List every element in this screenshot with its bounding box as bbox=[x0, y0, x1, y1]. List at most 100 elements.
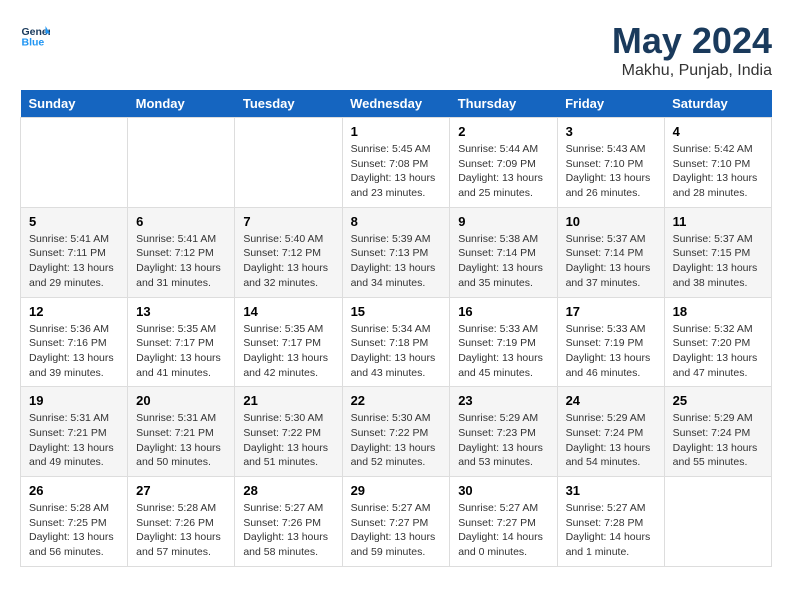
day-info: Sunrise: 5:42 AMSunset: 7:10 PMDaylight:… bbox=[673, 142, 763, 201]
logo-icon: General Blue bbox=[20, 20, 50, 50]
logo: General Blue bbox=[20, 20, 50, 50]
day-info: Sunrise: 5:32 AMSunset: 7:20 PMDaylight:… bbox=[673, 322, 763, 381]
day-info: Sunrise: 5:41 AMSunset: 7:12 PMDaylight:… bbox=[136, 232, 226, 291]
day-info: Sunrise: 5:28 AMSunset: 7:25 PMDaylight:… bbox=[29, 501, 119, 560]
day-info: Sunrise: 5:29 AMSunset: 7:24 PMDaylight:… bbox=[673, 411, 763, 470]
day-of-week-header: Friday bbox=[557, 90, 664, 118]
calendar-day-cell bbox=[235, 118, 342, 208]
day-number: 25 bbox=[673, 393, 763, 408]
day-info: Sunrise: 5:30 AMSunset: 7:22 PMDaylight:… bbox=[243, 411, 333, 470]
calendar-day-cell: 31 Sunrise: 5:27 AMSunset: 7:28 PMDayligh… bbox=[557, 477, 664, 567]
calendar-day-cell: 9 Sunrise: 5:38 AMSunset: 7:14 PMDaylight… bbox=[450, 207, 557, 297]
day-info: Sunrise: 5:35 AMSunset: 7:17 PMDaylight:… bbox=[136, 322, 226, 381]
day-of-week-header: Thursday bbox=[450, 90, 557, 118]
day-info: Sunrise: 5:29 AMSunset: 7:23 PMDaylight:… bbox=[458, 411, 548, 470]
day-number: 9 bbox=[458, 214, 548, 229]
calendar-title: May 2024 bbox=[612, 20, 772, 62]
day-number: 28 bbox=[243, 483, 333, 498]
calendar-week-row: 5 Sunrise: 5:41 AMSunset: 7:11 PMDaylight… bbox=[21, 207, 772, 297]
day-number: 20 bbox=[136, 393, 226, 408]
day-info: Sunrise: 5:36 AMSunset: 7:16 PMDaylight:… bbox=[29, 322, 119, 381]
calendar-day-cell: 11 Sunrise: 5:37 AMSunset: 7:15 PMDayligh… bbox=[664, 207, 771, 297]
day-info: Sunrise: 5:29 AMSunset: 7:24 PMDaylight:… bbox=[566, 411, 656, 470]
day-info: Sunrise: 5:33 AMSunset: 7:19 PMDaylight:… bbox=[566, 322, 656, 381]
day-number: 10 bbox=[566, 214, 656, 229]
calendar-day-cell: 14Sunrise: 5:35 AMSunset: 7:17 PMDayligh… bbox=[235, 297, 342, 387]
day-of-week-header: Monday bbox=[128, 90, 235, 118]
day-number: 6 bbox=[136, 214, 226, 229]
day-number: 29 bbox=[351, 483, 442, 498]
calendar-day-cell: 28 Sunrise: 5:27 AMSunset: 7:26 PMDayligh… bbox=[235, 477, 342, 567]
day-info: Sunrise: 5:39 AMSunset: 7:13 PMDaylight:… bbox=[351, 232, 442, 291]
calendar-day-cell: 29 Sunrise: 5:27 AMSunset: 7:27 PMDayligh… bbox=[342, 477, 450, 567]
svg-text:Blue: Blue bbox=[22, 37, 45, 49]
calendar-day-cell bbox=[21, 118, 128, 208]
day-number: 14 bbox=[243, 304, 333, 319]
calendar-day-cell: 1 Sunrise: 5:45 AMSunset: 7:08 PMDaylight… bbox=[342, 118, 450, 208]
calendar-day-cell: 5 Sunrise: 5:41 AMSunset: 7:11 PMDaylight… bbox=[21, 207, 128, 297]
day-of-week-header: Wednesday bbox=[342, 90, 450, 118]
day-number: 5 bbox=[29, 214, 119, 229]
day-number: 11 bbox=[673, 214, 763, 229]
calendar-day-cell: 24Sunrise: 5:29 AMSunset: 7:24 PMDayligh… bbox=[557, 387, 664, 477]
day-info: Sunrise: 5:27 AMSunset: 7:27 PMDaylight:… bbox=[351, 501, 442, 560]
day-number: 18 bbox=[673, 304, 763, 319]
day-number: 8 bbox=[351, 214, 442, 229]
calendar-table: SundayMondayTuesdayWednesdayThursdayFrid… bbox=[20, 90, 772, 567]
calendar-day-cell: 25 Sunrise: 5:29 AMSunset: 7:24 PMDayligh… bbox=[664, 387, 771, 477]
day-number: 19 bbox=[29, 393, 119, 408]
calendar-day-cell: 4 Sunrise: 5:42 AMSunset: 7:10 PMDaylight… bbox=[664, 118, 771, 208]
day-number: 23 bbox=[458, 393, 548, 408]
calendar-day-cell: 27Sunrise: 5:28 AMSunset: 7:26 PMDayligh… bbox=[128, 477, 235, 567]
day-info: Sunrise: 5:41 AMSunset: 7:11 PMDaylight:… bbox=[29, 232, 119, 291]
calendar-day-cell: 19Sunrise: 5:31 AMSunset: 7:21 PMDayligh… bbox=[21, 387, 128, 477]
calendar-day-cell: 7Sunrise: 5:40 AMSunset: 7:12 PMDaylight… bbox=[235, 207, 342, 297]
calendar-day-cell: 18 Sunrise: 5:32 AMSunset: 7:20 PMDayligh… bbox=[664, 297, 771, 387]
day-info: Sunrise: 5:34 AMSunset: 7:18 PMDaylight:… bbox=[351, 322, 442, 381]
calendar-day-cell: 22Sunrise: 5:30 AMSunset: 7:22 PMDayligh… bbox=[342, 387, 450, 477]
calendar-day-cell: 20 Sunrise: 5:31 AMSunset: 7:21 PMDayligh… bbox=[128, 387, 235, 477]
calendar-week-row: 12 Sunrise: 5:36 AMSunset: 7:16 PMDayligh… bbox=[21, 297, 772, 387]
calendar-day-cell: 17Sunrise: 5:33 AMSunset: 7:19 PMDayligh… bbox=[557, 297, 664, 387]
day-info: Sunrise: 5:43 AMSunset: 7:10 PMDaylight:… bbox=[566, 142, 656, 201]
day-info: Sunrise: 5:27 AMSunset: 7:27 PMDaylight:… bbox=[458, 501, 548, 560]
day-number: 3 bbox=[566, 124, 656, 139]
day-info: Sunrise: 5:27 AMSunset: 7:26 PMDaylight:… bbox=[243, 501, 333, 560]
title-area: May 2024 Makhu, Punjab, India bbox=[612, 20, 772, 80]
calendar-day-cell: 13 Sunrise: 5:35 AMSunset: 7:17 PMDayligh… bbox=[128, 297, 235, 387]
day-number: 27 bbox=[136, 483, 226, 498]
calendar-day-cell: 8 Sunrise: 5:39 AMSunset: 7:13 PMDaylight… bbox=[342, 207, 450, 297]
calendar-header-row: SundayMondayTuesdayWednesdayThursdayFrid… bbox=[21, 90, 772, 118]
calendar-week-row: 26 Sunrise: 5:28 AMSunset: 7:25 PMDayligh… bbox=[21, 477, 772, 567]
page-header: General Blue May 2024 Makhu, Punjab, Ind… bbox=[20, 20, 772, 80]
day-info: Sunrise: 5:27 AMSunset: 7:28 PMDaylight:… bbox=[566, 501, 656, 560]
calendar-day-cell: 10 Sunrise: 5:37 AMSunset: 7:14 PMDayligh… bbox=[557, 207, 664, 297]
day-number: 7 bbox=[243, 214, 333, 229]
calendar-day-cell: 21Sunrise: 5:30 AMSunset: 7:22 PMDayligh… bbox=[235, 387, 342, 477]
day-info: Sunrise: 5:37 AMSunset: 7:14 PMDaylight:… bbox=[566, 232, 656, 291]
day-number: 12 bbox=[29, 304, 119, 319]
day-number: 26 bbox=[29, 483, 119, 498]
calendar-day-cell: 12 Sunrise: 5:36 AMSunset: 7:16 PMDayligh… bbox=[21, 297, 128, 387]
calendar-day-cell: 30 Sunrise: 5:27 AMSunset: 7:27 PMDayligh… bbox=[450, 477, 557, 567]
calendar-week-row: 1 Sunrise: 5:45 AMSunset: 7:08 PMDaylight… bbox=[21, 118, 772, 208]
day-info: Sunrise: 5:30 AMSunset: 7:22 PMDaylight:… bbox=[351, 411, 442, 470]
day-of-week-header: Saturday bbox=[664, 90, 771, 118]
day-of-week-header: Sunday bbox=[21, 90, 128, 118]
day-number: 13 bbox=[136, 304, 226, 319]
day-number: 30 bbox=[458, 483, 548, 498]
calendar-day-cell: 26 Sunrise: 5:28 AMSunset: 7:25 PMDayligh… bbox=[21, 477, 128, 567]
day-info: Sunrise: 5:45 AMSunset: 7:08 PMDaylight:… bbox=[351, 142, 442, 201]
day-number: 31 bbox=[566, 483, 656, 498]
day-of-week-header: Tuesday bbox=[235, 90, 342, 118]
day-number: 16 bbox=[458, 304, 548, 319]
day-info: Sunrise: 5:44 AMSunset: 7:09 PMDaylight:… bbox=[458, 142, 548, 201]
day-number: 2 bbox=[458, 124, 548, 139]
day-number: 1 bbox=[351, 124, 442, 139]
day-number: 4 bbox=[673, 124, 763, 139]
calendar-day-cell: 6 Sunrise: 5:41 AMSunset: 7:12 PMDaylight… bbox=[128, 207, 235, 297]
calendar-day-cell bbox=[128, 118, 235, 208]
day-info: Sunrise: 5:38 AMSunset: 7:14 PMDaylight:… bbox=[458, 232, 548, 291]
day-info: Sunrise: 5:31 AMSunset: 7:21 PMDaylight:… bbox=[136, 411, 226, 470]
day-info: Sunrise: 5:37 AMSunset: 7:15 PMDaylight:… bbox=[673, 232, 763, 291]
